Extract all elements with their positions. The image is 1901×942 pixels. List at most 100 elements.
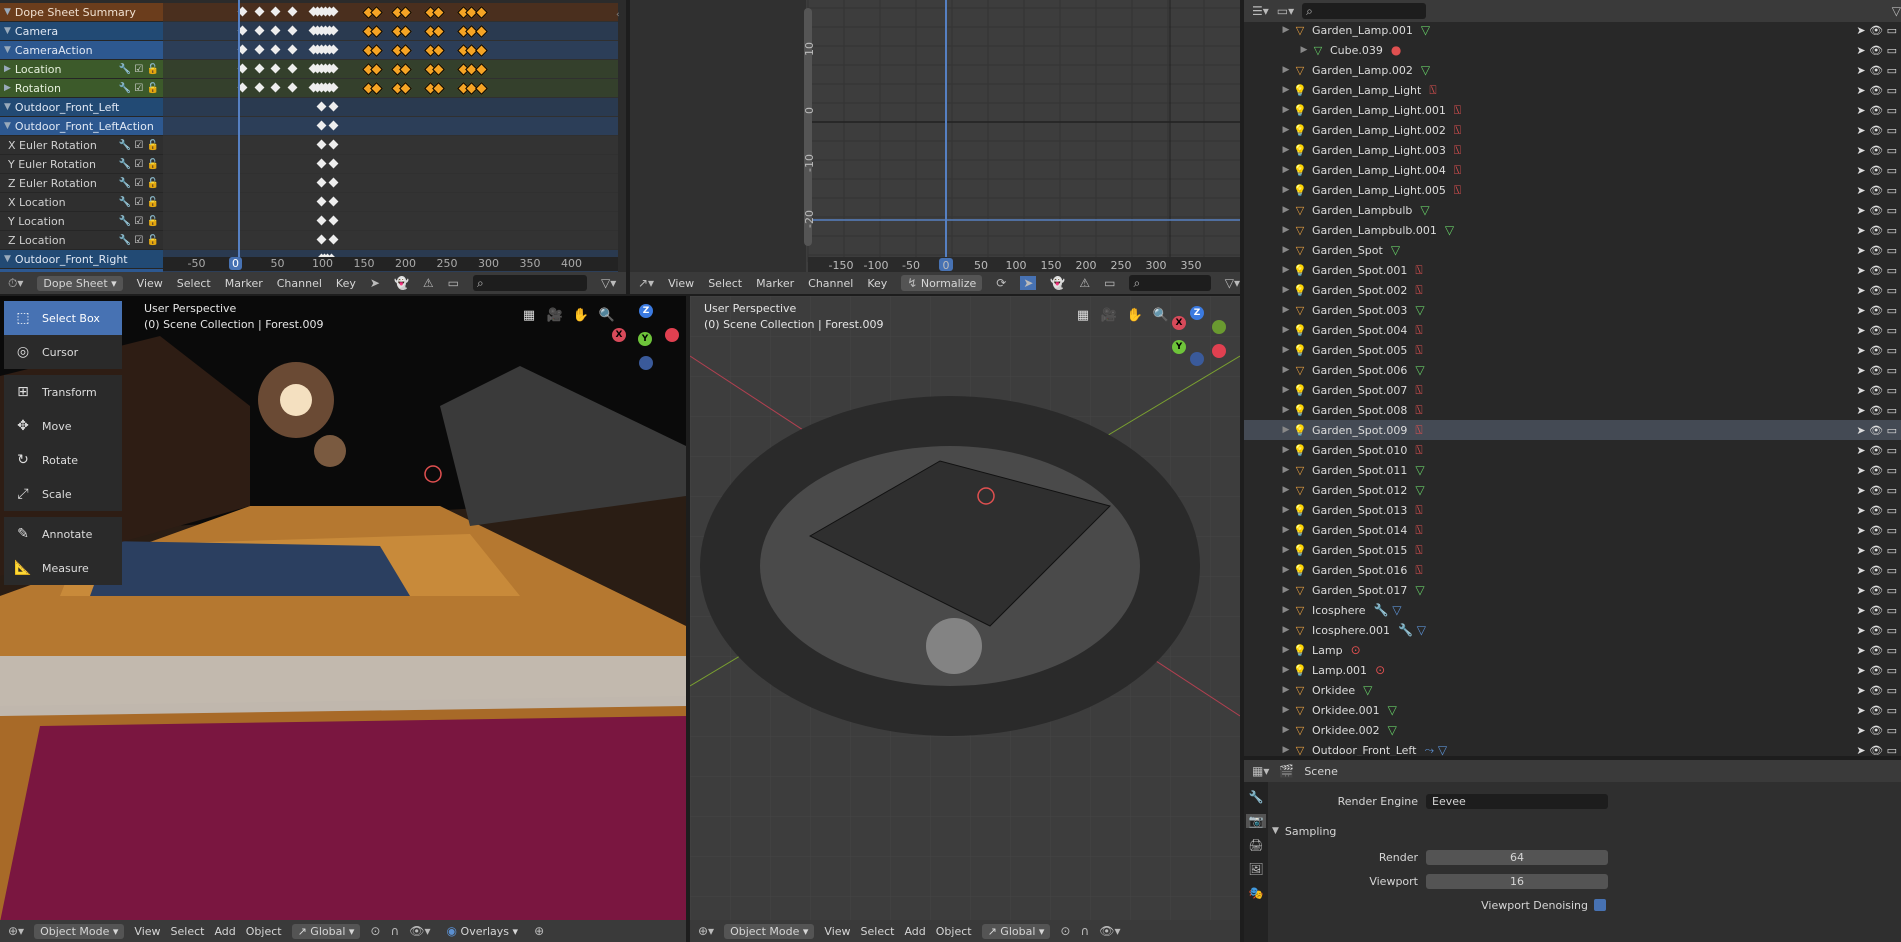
keyframe[interactable] bbox=[432, 25, 445, 38]
keyframe[interactable] bbox=[369, 63, 383, 76]
outliner-restrict-toggles[interactable]: ➤ 👁 ▭ bbox=[1856, 404, 1901, 417]
editor-type-icon[interactable]: ⏱▾ bbox=[8, 276, 23, 291]
keyframe[interactable] bbox=[432, 63, 445, 76]
expand-arrow-icon[interactable]: ▶ bbox=[1280, 125, 1292, 135]
outliner-restrict-toggles[interactable]: ➤ 👁 ▭ bbox=[1856, 544, 1901, 557]
dopesheet-playhead[interactable] bbox=[238, 0, 240, 262]
outliner-restrict-toggles[interactable]: ➤ 👁 ▭ bbox=[1856, 484, 1901, 497]
keyframe[interactable] bbox=[475, 82, 489, 95]
keyframe[interactable] bbox=[287, 6, 298, 17]
expand-arrow-icon[interactable]: ▶ bbox=[1280, 365, 1292, 375]
expand-arrow-icon[interactable]: ▶ bbox=[1280, 525, 1292, 535]
display-mode-icon[interactable]: ▭▾ bbox=[1277, 4, 1294, 18]
shading-wire-icon[interactable]: ⊕ bbox=[534, 924, 544, 938]
outliner-restrict-toggles[interactable]: ➤ 👁 ▭ bbox=[1856, 724, 1901, 737]
outliner-restrict-toggles[interactable]: ➤ 👁 ▭ bbox=[1856, 444, 1901, 457]
outliner-item[interactable]: ▶ 💡 Lamp.001 ⊙ ➤ 👁 ▭ bbox=[1244, 660, 1901, 680]
mod-data-icon[interactable]: 🔧 ▽ bbox=[1398, 623, 1426, 637]
channel-row[interactable]: ▶ Rotation 🔧 ☑ 🔓 bbox=[0, 79, 163, 98]
graph-menu-channel[interactable]: Channel bbox=[808, 277, 853, 290]
mesh-data-icon[interactable]: ▽ bbox=[1415, 303, 1424, 317]
channel-toggles[interactable]: 🔧 ☑ 🔓 bbox=[119, 178, 163, 189]
outliner-restrict-toggles[interactable]: ➤ 👁 ▭ bbox=[1856, 684, 1901, 697]
light-data-icon[interactable]: ⍂ bbox=[1415, 523, 1422, 538]
channel-toggles[interactable]: 🔧 ☑ 🔓 bbox=[119, 140, 163, 151]
expand-arrow-icon[interactable]: ▶ bbox=[1280, 425, 1292, 435]
outliner-restrict-toggles[interactable]: ➤ 👁 ▭ bbox=[1856, 744, 1901, 757]
vp-menu-view[interactable]: View bbox=[824, 925, 850, 938]
outliner-item[interactable]: ▶ 💡 Garden_Spot.005 ⍂ ➤ 👁 ▭ bbox=[1244, 340, 1901, 360]
axis-y-icon[interactable]: Y bbox=[1172, 340, 1186, 354]
lamp-data-icon[interactable]: ⊙ bbox=[1375, 663, 1385, 677]
channel-row[interactable]: ▼ Outdoor_Front_Right bbox=[0, 250, 163, 269]
expand-arrow-icon[interactable]: ▶ bbox=[1280, 605, 1292, 615]
keyframe[interactable] bbox=[270, 6, 281, 17]
view3d-editor-icon[interactable]: ⊕▾ bbox=[698, 924, 714, 938]
keyframe[interactable] bbox=[475, 25, 489, 38]
outliner-restrict-toggles[interactable]: ➤ 👁 ▭ bbox=[1856, 324, 1901, 337]
expand-arrow-icon[interactable]: ▶ bbox=[1280, 545, 1292, 555]
refresh-icon[interactable]: ⟳ bbox=[996, 276, 1006, 290]
tool-measure[interactable]: 📐 Measure bbox=[4, 551, 122, 585]
outliner-item[interactable]: ▶ 💡 Garden_Spot.010 ⍂ ➤ 👁 ▭ bbox=[1244, 440, 1901, 460]
outliner-restrict-toggles[interactable]: ➤ 👁 ▭ bbox=[1856, 604, 1901, 617]
mesh-data-icon[interactable]: ▽ bbox=[1421, 23, 1430, 37]
render-tab-icon[interactable]: 📷 bbox=[1245, 814, 1267, 828]
vp-menu-select[interactable]: Select bbox=[171, 925, 205, 938]
outliner-item[interactable]: ▶ ▽ Garden_Lamp.001 ▽ ➤ 👁 ▭ bbox=[1244, 20, 1901, 40]
keyframe[interactable] bbox=[328, 177, 339, 188]
axis-z-icon[interactable]: Z bbox=[639, 304, 653, 318]
outliner-item[interactable]: ▶ 💡 Garden_Spot.014 ⍂ ➤ 👁 ▭ bbox=[1244, 520, 1901, 540]
dopesheet-frame-ruler[interactable]: -50 0 50 100 150 200 250 300 350 400 bbox=[163, 257, 618, 271]
expand-arrow-icon[interactable]: ▶ bbox=[1280, 725, 1292, 735]
keyframe[interactable] bbox=[475, 6, 489, 19]
channel-row[interactable]: Z Euler Rotation 🔧 ☑ 🔓 bbox=[0, 174, 163, 193]
expand-arrow-icon[interactable]: ▶ bbox=[1280, 645, 1292, 655]
mesh-data-icon[interactable]: ▽ bbox=[1415, 483, 1424, 497]
expand-arrow-icon[interactable]: ▼ bbox=[4, 45, 11, 55]
expand-arrow-icon[interactable]: ▶ bbox=[1280, 245, 1292, 255]
tool-select-box[interactable]: ⬚ Select Box bbox=[4, 301, 122, 335]
graph-search-input[interactable]: ⌕ bbox=[1129, 275, 1211, 291]
light-data-icon[interactable]: ⍂ bbox=[1415, 563, 1422, 578]
dopesheet-search-input[interactable]: ⌕ bbox=[473, 275, 587, 291]
graph-only-selected-icon[interactable]: ➤ bbox=[1020, 276, 1037, 290]
keyframe[interactable] bbox=[254, 44, 265, 55]
mat-data-icon[interactable]: ● bbox=[1391, 43, 1401, 57]
outliner-item[interactable]: ▶ 💡 Lamp ⊙ ➤ 👁 ▭ bbox=[1244, 640, 1901, 660]
view3d-editor-icon[interactable]: ⊕▾ bbox=[8, 924, 24, 938]
axis-y-icon[interactable]: Y bbox=[638, 332, 652, 346]
outliner-restrict-toggles[interactable]: ➤ 👁 ▭ bbox=[1856, 364, 1901, 377]
grid-icon[interactable]: ▦ bbox=[518, 304, 540, 326]
viewport-denoising-checkbox[interactable] bbox=[1594, 899, 1606, 911]
outliner-item[interactable]: ▶ ▽ Icosphere.001 🔧 ▽ ➤ 👁 ▭ bbox=[1244, 620, 1901, 640]
outliner-restrict-toggles[interactable]: ➤ 👁 ▭ bbox=[1856, 64, 1901, 77]
outliner-restrict-toggles[interactable]: ➤ 👁 ▭ bbox=[1856, 84, 1901, 97]
keyframe[interactable] bbox=[475, 44, 489, 57]
light-data-icon[interactable]: ⍂ bbox=[1454, 143, 1461, 158]
ghost-icon[interactable]: 👻 bbox=[394, 276, 409, 290]
keyframe[interactable] bbox=[398, 82, 412, 95]
expand-arrow-icon[interactable]: ▶ bbox=[1280, 265, 1292, 275]
keyframe[interactable] bbox=[369, 25, 383, 38]
keyframe[interactable] bbox=[369, 6, 383, 19]
outliner-restrict-toggles[interactable]: ➤ 👁 ▭ bbox=[1856, 644, 1901, 657]
keyframe[interactable] bbox=[328, 158, 339, 169]
keyframe[interactable] bbox=[254, 6, 265, 17]
outliner-restrict-toggles[interactable]: ➤ 👁 ▭ bbox=[1856, 204, 1901, 217]
pan-hand-icon[interactable]: ✋ bbox=[570, 304, 592, 326]
output-tab-icon[interactable]: 🖨 bbox=[1248, 838, 1263, 852]
outliner-restrict-toggles[interactable]: ➤ 👁 ▭ bbox=[1856, 584, 1901, 597]
anim-data-icon[interactable]: ⤳ ▽ bbox=[1424, 743, 1447, 757]
keyframe[interactable] bbox=[254, 82, 265, 93]
outliner-restrict-toggles[interactable]: ➤ 👁 ▭ bbox=[1856, 384, 1901, 397]
outliner-item[interactable]: ▶ 💡 Garden_Spot.007 ⍂ ➤ 👁 ▭ bbox=[1244, 380, 1901, 400]
keyframe[interactable] bbox=[270, 82, 281, 93]
keyframe[interactable] bbox=[254, 25, 265, 36]
outliner-item[interactable]: ▶ 💡 Garden_Lamp_Light.003 ⍂ ➤ 👁 ▭ bbox=[1244, 140, 1901, 160]
outliner-restrict-toggles[interactable]: ➤ 👁 ▭ bbox=[1856, 344, 1901, 357]
keyframe[interactable] bbox=[270, 63, 281, 74]
light-data-icon[interactable]: ⍂ bbox=[1415, 543, 1422, 558]
expand-arrow-icon[interactable]: ▶ bbox=[1280, 145, 1292, 155]
expand-arrow-icon[interactable]: ▶ bbox=[1280, 705, 1292, 715]
